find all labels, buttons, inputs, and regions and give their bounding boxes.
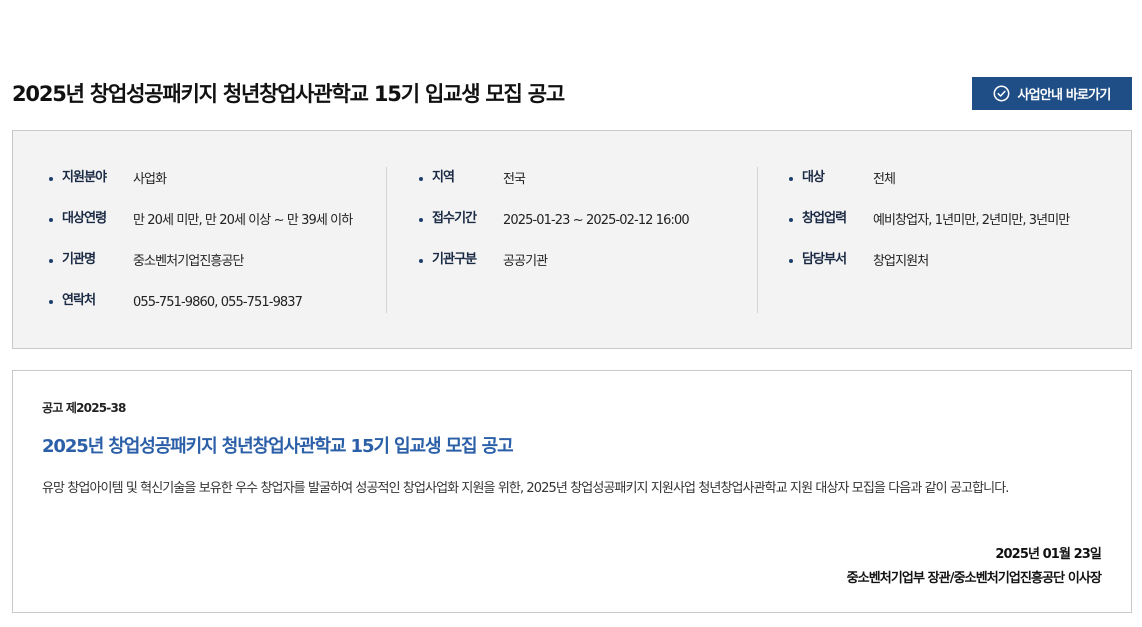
page-title: 2025년 창업성공패키지 청년창업사관학교 15기 입교생 모집 공고: [12, 82, 565, 106]
info-label: 대상: [802, 170, 825, 185]
check-circle-icon: [993, 85, 1010, 102]
info-label: 기관구분: [432, 252, 477, 267]
bullet-icon: [49, 177, 53, 181]
info-label: 지역: [432, 170, 455, 185]
info-value: 전체: [873, 172, 896, 187]
bullet-icon: [789, 259, 793, 263]
info-column-2: 지역 전국 접수기간 2025-01-23 ~ 2025-02-12 16:00…: [419, 167, 759, 290]
bullet-icon: [419, 177, 423, 181]
info-row-target-age: 대상연령 만 20세 미만, 만 20세 이상 ~ 만 39세 이하: [49, 208, 389, 249]
info-label: 연락처: [62, 293, 96, 308]
business-guide-button[interactable]: 사업안내 바로가기: [972, 77, 1132, 110]
bullet-icon: [789, 177, 793, 181]
info-value: 공공기관: [503, 254, 548, 269]
info-row-support-field: 지원분야 사업화: [49, 167, 389, 208]
notice-content-panel: 공고 제2025-38 2025년 창업성공패키지 청년창업사관학교 15기 입…: [12, 370, 1132, 613]
info-label: 지원분야: [62, 170, 107, 185]
info-row-agency: 기관명 중소벤처기업진흥공단: [49, 249, 389, 290]
notice-signature: 중소벤처기업부 장관/중소벤처기업진흥공단 이사장: [846, 571, 1102, 586]
info-value: 사업화: [133, 172, 167, 187]
notice-title: 2025년 창업성공패키지 청년창업사관학교 15기 입교생 모집 공고: [42, 436, 514, 457]
notice-number: 공고 제2025-38: [42, 401, 126, 415]
info-value: 창업지원처: [873, 254, 929, 269]
info-row-business-years: 창업업력 예비창업자, 1년미만, 2년미만, 3년미만: [789, 208, 1119, 249]
info-row-application-period: 접수기간 2025-01-23 ~ 2025-02-12 16:00: [419, 208, 759, 249]
notice-date: 2025년 01월 23일: [995, 547, 1102, 562]
info-row-target: 대상 전체: [789, 167, 1119, 208]
info-label: 기관명: [62, 252, 96, 267]
info-value: 중소벤처기업진흥공단: [133, 254, 245, 269]
info-row-region: 지역 전국: [419, 167, 759, 208]
bullet-icon: [419, 259, 423, 263]
column-divider: [386, 167, 387, 313]
bullet-icon: [49, 259, 53, 263]
info-value: 예비창업자, 1년미만, 2년미만, 3년미만: [873, 213, 1070, 228]
notice-body: 유망 창업아이템 및 혁신기술을 보유한 우수 창업자를 발굴하여 성공적인 창…: [42, 481, 1009, 496]
info-label: 접수기간: [432, 211, 477, 226]
info-label: 대상연령: [62, 211, 107, 226]
info-column-1: 지원분야 사업화 대상연령 만 20세 미만, 만 20세 이상 ~ 만 39세…: [49, 167, 389, 331]
info-row-agency-type: 기관구분 공공기관: [419, 249, 759, 290]
bullet-icon: [789, 218, 793, 222]
info-row-department: 담당부서 창업지원처: [789, 249, 1119, 290]
info-value: 055-751-9860, 055-751-9837: [133, 295, 303, 310]
summary-info-panel: 지원분야 사업화 대상연령 만 20세 미만, 만 20세 이상 ~ 만 39세…: [12, 130, 1132, 349]
info-label: 창업업력: [802, 211, 847, 226]
bullet-icon: [419, 218, 423, 222]
info-value: 2025-01-23 ~ 2025-02-12 16:00: [503, 213, 690, 228]
info-value: 전국: [503, 172, 526, 187]
business-guide-label: 사업안내 바로가기: [1017, 88, 1111, 103]
info-label: 담당부서: [802, 252, 847, 267]
info-value: 만 20세 미만, 만 20세 이상 ~ 만 39세 이하: [133, 213, 353, 228]
column-divider: [757, 167, 758, 313]
info-row-contact: 연락처 055-751-9860, 055-751-9837: [49, 290, 389, 331]
bullet-icon: [49, 300, 53, 304]
bullet-icon: [49, 218, 53, 222]
info-column-3: 대상 전체 창업업력 예비창업자, 1년미만, 2년미만, 3년미만 담당부서 …: [789, 167, 1119, 290]
